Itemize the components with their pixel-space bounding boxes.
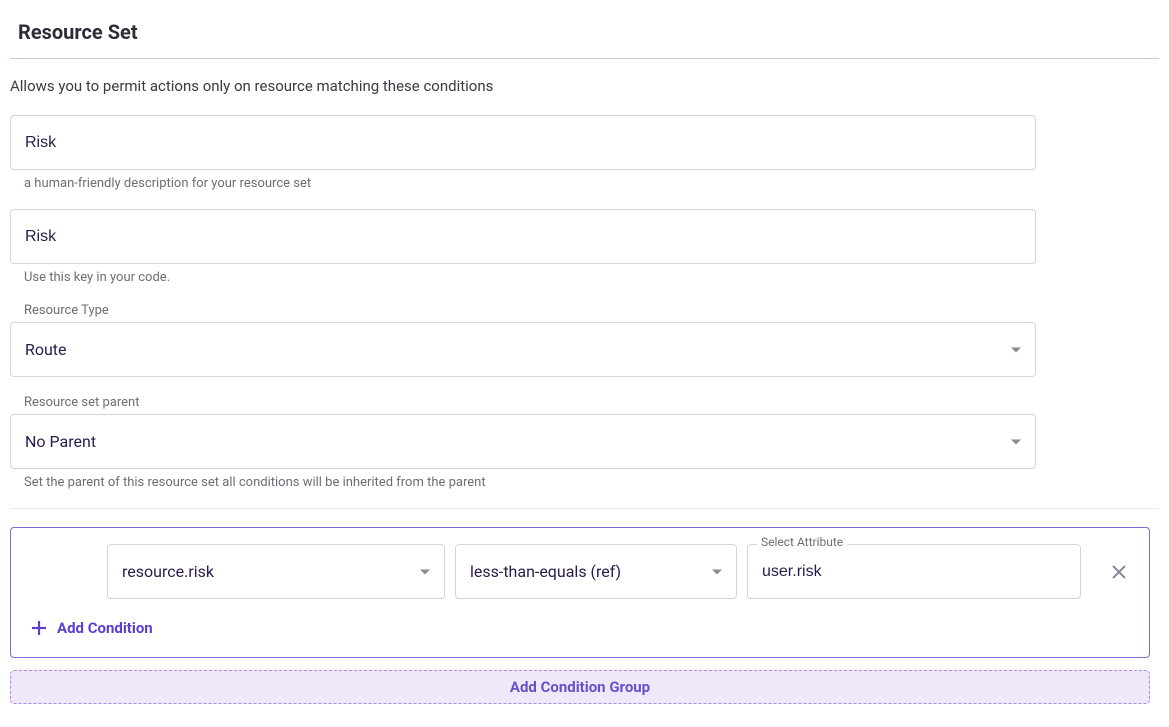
- parent-label: Resource set parent: [10, 395, 1159, 414]
- caret-down-icon: [1011, 439, 1021, 444]
- parent-value: No Parent: [25, 432, 96, 451]
- section-title: Resource Set: [10, 20, 1159, 58]
- name-input[interactable]: [10, 115, 1036, 170]
- condition-operator-value: less-than-equals (ref): [470, 562, 621, 581]
- key-helper: Use this key in your code.: [10, 264, 1159, 285]
- condition-value-wrap: Select Attribute: [747, 544, 1081, 599]
- resource-type-field-wrap: Resource Type Route: [10, 303, 1159, 377]
- condition-attribute-select[interactable]: resource.risk: [107, 544, 445, 599]
- resource-type-label: Resource Type: [10, 303, 1159, 322]
- key-field-wrap: Use this key in your code.: [10, 209, 1159, 285]
- add-condition-group-button[interactable]: Add Condition Group: [10, 670, 1150, 704]
- section-description: Allows you to permit actions only on res…: [10, 77, 1159, 115]
- condition-value-input[interactable]: [747, 544, 1081, 599]
- parent-select[interactable]: No Parent: [10, 414, 1036, 469]
- key-input[interactable]: [10, 209, 1036, 264]
- close-icon: [1111, 564, 1127, 580]
- section-divider: [10, 58, 1159, 59]
- condition-value-label: Select Attribute: [757, 535, 847, 549]
- parent-helper: Set the parent of this resource set all …: [10, 469, 1159, 490]
- caret-down-icon: [420, 569, 430, 574]
- condition-operator-select[interactable]: less-than-equals (ref): [455, 544, 737, 599]
- caret-down-icon: [1011, 347, 1021, 352]
- parent-field-wrap: Resource set parent No Parent Set the pa…: [10, 395, 1159, 490]
- resource-type-select[interactable]: Route: [10, 322, 1036, 377]
- add-condition-label: Add Condition: [57, 619, 153, 637]
- resource-type-value: Route: [25, 340, 67, 359]
- delete-condition-button[interactable]: [1105, 558, 1133, 586]
- add-condition-button[interactable]: Add Condition: [27, 615, 1133, 641]
- name-field-wrap: a human-friendly description for your re…: [10, 115, 1159, 191]
- condition-group: resource.risk less-than-equals (ref) Sel…: [10, 527, 1150, 658]
- caret-down-icon: [712, 569, 722, 574]
- add-condition-group-label: Add Condition Group: [510, 678, 650, 696]
- condition-attribute-value: resource.risk: [122, 562, 214, 581]
- plus-icon: [31, 620, 47, 636]
- conditions-divider: [10, 508, 1159, 509]
- condition-row: resource.risk less-than-equals (ref) Sel…: [27, 544, 1133, 599]
- name-helper: a human-friendly description for your re…: [10, 170, 1159, 191]
